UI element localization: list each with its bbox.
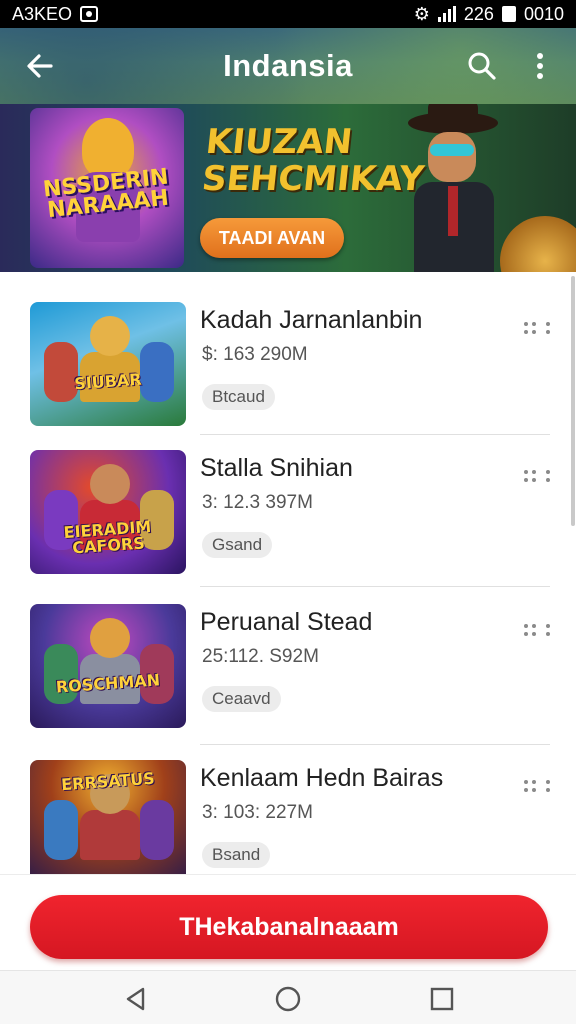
divider <box>200 586 550 587</box>
game-thumbnail[interactable]: EIERADIM CAFORS <box>30 450 186 574</box>
square-recents-icon <box>430 987 454 1011</box>
nav-back-button[interactable] <box>120 983 152 1015</box>
banner-headline-line2: SEHCMIKAY <box>200 159 426 200</box>
signal-label: 226 <box>463 3 494 24</box>
list-item[interactable]: ROSCHMAN Peruanal Stead 25:112. S92M Cea… <box>30 604 550 756</box>
system-nav-bar <box>0 970 576 1024</box>
more-vertical-icon <box>546 624 550 636</box>
triangle-back-icon <box>126 987 145 1011</box>
game-title: Kadah Jarnanlanbin <box>200 306 423 334</box>
more-vertical-icon <box>546 322 550 334</box>
list-item[interactable]: EIERADIM CAFORS Stalla Snihian 3: 12.3 3… <box>30 450 550 602</box>
game-title: Kenlaam Hedn Bairas <box>200 764 444 792</box>
game-title: Peruanal Stead <box>200 608 373 636</box>
circle-home-icon <box>275 986 301 1012</box>
game-thumbnail[interactable]: SIUBAR <box>30 302 186 426</box>
status-time: 0010 <box>523 3 564 24</box>
signal-icon <box>437 6 456 22</box>
game-thumbnail[interactable]: ROSCHMAN <box>30 604 186 728</box>
bottom-action-area: THekabanalnaaam <box>0 874 576 970</box>
banner-character-art <box>394 104 514 272</box>
more-vertical-icon <box>546 780 550 792</box>
notification-icon <box>80 6 99 22</box>
status-bar: A3KEO ⚙ 226 0010 <box>0 0 576 28</box>
game-list[interactable]: SIUBAR Kadah Jarnanlanbin $: 163 290M Bt… <box>0 272 576 874</box>
drag-handle-icon <box>524 780 536 792</box>
more-vertical-icon <box>546 470 550 482</box>
divider <box>200 434 550 435</box>
banner-art-text: NSSDERIN NARAAAH <box>41 164 170 224</box>
primary-action-button[interactable]: THekabanalnaaam <box>30 895 548 959</box>
scrollbar[interactable] <box>571 276 575 526</box>
game-meta: 3: 12.3 397M <box>202 492 313 513</box>
list-item[interactable]: SIUBAR Kadah Jarnanlanbin $: 163 290M Bt… <box>30 302 550 454</box>
item-menu-button[interactable] <box>510 464 550 488</box>
item-menu-button[interactable] <box>510 316 550 340</box>
battery-icon <box>501 6 516 22</box>
game-meta: 3: 103: 227M <box>202 802 313 823</box>
drag-handle-icon <box>524 470 536 482</box>
list-item[interactable]: ERRSATUS Kenlaam Hedn Bairas 3: 103: 227… <box>30 760 550 874</box>
game-badge: Ceaavd <box>202 686 281 712</box>
game-badge: Gsand <box>202 532 273 558</box>
banner-game-art: NSSDERIN NARAAAH <box>30 108 184 268</box>
game-meta: 25:112. S92M <box>202 646 319 667</box>
app-header: Indansia <box>0 28 576 104</box>
banner-cta-button[interactable]: TAADI AVAN <box>200 218 344 258</box>
game-badge: Bsand <box>202 842 271 868</box>
item-menu-button[interactable] <box>510 774 550 798</box>
game-title: Stalla Snihian <box>200 454 353 482</box>
promo-banner[interactable]: NSSDERIN NARAAAH KIUZAN SEHCMIKAY TAADI … <box>0 104 576 272</box>
nav-recents-button[interactable] <box>426 983 458 1015</box>
game-thumbnail[interactable]: ERRSATUS <box>30 760 186 874</box>
search-button[interactable] <box>462 46 502 86</box>
item-menu-button[interactable] <box>510 618 550 642</box>
divider <box>200 744 550 745</box>
more-vertical-icon <box>537 53 543 79</box>
status-left-text: A3KEO <box>12 3 73 24</box>
game-meta: $: 163 290M <box>202 344 308 365</box>
settings-gear-icon: ⚙ <box>413 3 430 24</box>
game-badge: Btcaud <box>202 384 275 410</box>
drag-handle-icon <box>524 624 536 636</box>
nav-home-button[interactable] <box>272 983 304 1015</box>
more-options-button[interactable] <box>520 46 560 86</box>
search-icon <box>468 52 496 80</box>
drag-handle-icon <box>524 322 536 334</box>
